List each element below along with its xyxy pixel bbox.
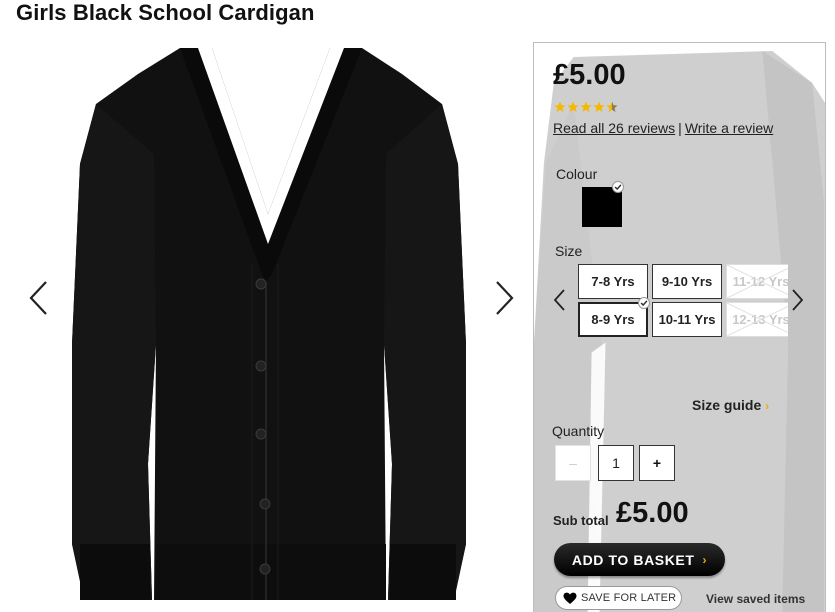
size-guide-label: Size guide bbox=[692, 397, 762, 413]
size-option-12-13: 12-13 Yrs bbox=[726, 302, 788, 337]
quantity-decrease-button[interactable]: – bbox=[555, 445, 591, 481]
check-icon bbox=[612, 181, 624, 193]
product-image[interactable] bbox=[62, 44, 474, 600]
add-to-basket-button[interactable]: ADD TO BASKET › bbox=[554, 543, 725, 576]
half-star-icon bbox=[606, 101, 618, 112]
chevron-left-icon bbox=[29, 281, 47, 315]
view-saved-items-link[interactable]: View saved items bbox=[706, 592, 805, 606]
unavailable-cross-icon bbox=[727, 265, 788, 298]
chevron-right-icon: › bbox=[702, 552, 708, 567]
colour-label: Colour bbox=[556, 166, 598, 182]
quantity-increase-button[interactable]: + bbox=[639, 445, 675, 481]
colour-swatch-black[interactable] bbox=[582, 187, 622, 227]
unavailable-cross-icon bbox=[727, 303, 788, 336]
quantity-input[interactable]: 1 bbox=[598, 445, 634, 481]
write-review-link[interactable]: Write a review bbox=[685, 120, 773, 136]
size-prev-button[interactable] bbox=[552, 287, 568, 313]
size-guide-link[interactable]: Size guide › bbox=[692, 397, 769, 413]
chevron-right-icon: › bbox=[765, 399, 770, 413]
save-for-later-button[interactable]: SAVE FOR LATER bbox=[555, 586, 682, 610]
save-for-later-label: SAVE FOR LATER bbox=[581, 592, 677, 604]
prev-image-button[interactable] bbox=[26, 276, 54, 320]
quantity-label: Quantity bbox=[552, 423, 605, 439]
size-option-11-12: 11-12 Yrs bbox=[726, 264, 788, 299]
chevron-right-icon bbox=[496, 281, 514, 315]
chevron-right-icon bbox=[792, 289, 804, 311]
size-next-button[interactable] bbox=[789, 287, 805, 313]
page-title: Girls Black School Cardigan bbox=[16, 0, 315, 25]
check-icon bbox=[638, 297, 650, 309]
reviews-links: Read all 26 reviews | Write a review bbox=[553, 120, 773, 136]
size-option-8-9[interactable]: 8-9 Yrs bbox=[578, 302, 648, 337]
chevron-left-icon bbox=[553, 289, 565, 311]
star-icon bbox=[567, 101, 579, 112]
read-reviews-link[interactable]: Read all 26 reviews bbox=[553, 120, 675, 136]
next-image-button[interactable] bbox=[489, 276, 517, 320]
size-label: Size bbox=[555, 243, 583, 259]
star-icon bbox=[580, 101, 592, 112]
subtotal-value: £5.00 bbox=[616, 497, 689, 529]
star-icon bbox=[554, 101, 566, 112]
star-icon bbox=[593, 101, 605, 112]
subtotal-label: Sub total bbox=[553, 513, 609, 528]
reviews-separator: | bbox=[678, 120, 682, 136]
size-option-10-11[interactable]: 10-11 Yrs bbox=[652, 302, 722, 337]
product-price: £5.00 bbox=[553, 59, 626, 91]
add-to-basket-label: ADD TO BASKET bbox=[571, 551, 695, 568]
product-details-panel: £5.00 Read all 26 reviews | Write a review… bbox=[533, 42, 826, 612]
size-option-9-10[interactable]: 9-10 Yrs bbox=[652, 264, 722, 299]
star-rating bbox=[554, 101, 618, 113]
size-option-7-8[interactable]: 7-8 Yrs bbox=[578, 264, 648, 299]
cardigan-image bbox=[72, 48, 466, 600]
size-options: 7-8 Yrs 8-9 Yrs 9-10 Yrs 10-11 Yrs 11-12… bbox=[578, 264, 788, 339]
